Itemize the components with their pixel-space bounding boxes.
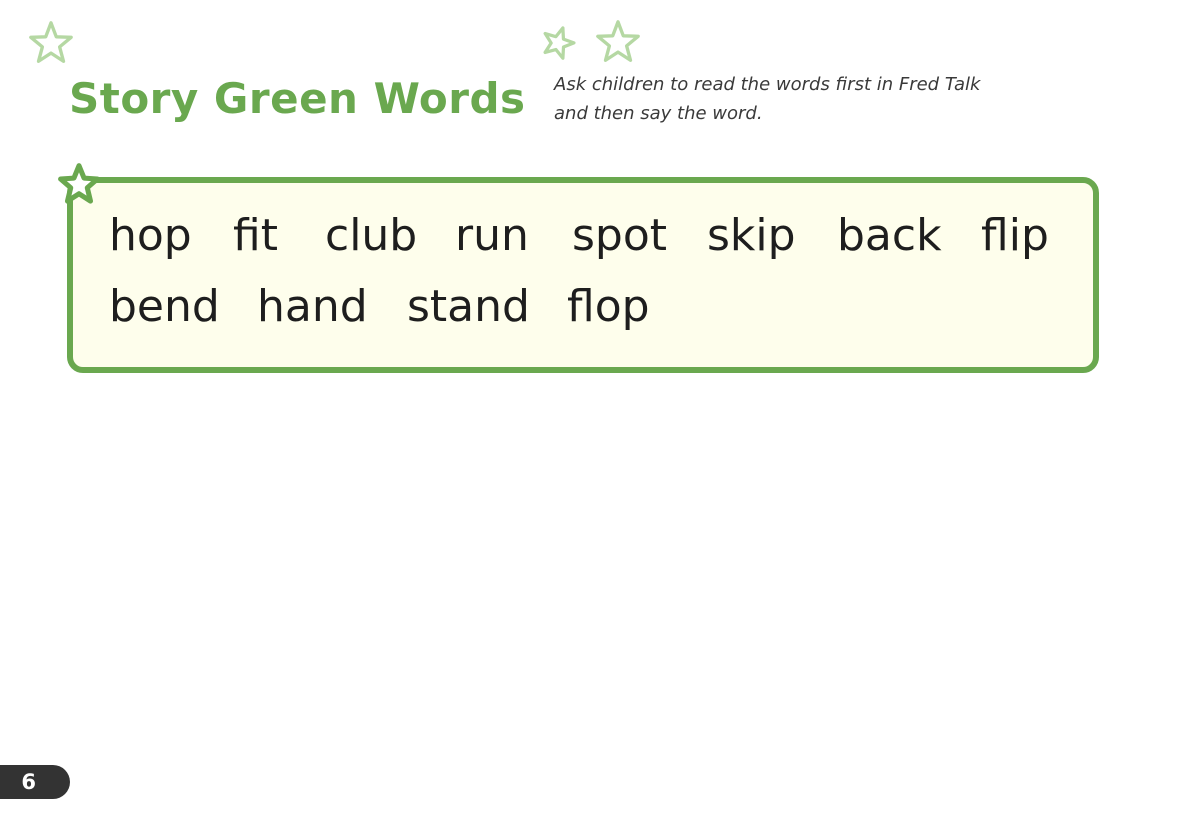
- star-outline-icon: [29, 21, 73, 63]
- word-item: stand: [407, 281, 530, 332]
- word-item: bend: [109, 281, 220, 332]
- page-number-tab: 6: [0, 765, 70, 799]
- word-item: run: [455, 210, 529, 261]
- word-list-box: [67, 177, 1099, 373]
- word-item: hop: [109, 210, 192, 261]
- word-item: spot: [572, 210, 668, 261]
- word-item: back: [837, 210, 942, 261]
- word-item: flop: [567, 281, 650, 332]
- word-item: hand: [257, 281, 368, 332]
- instructions-line: Ask children to read the words first in …: [554, 74, 981, 95]
- word-item: flip: [981, 210, 1049, 261]
- instructions-line: and then say the word.: [554, 103, 763, 124]
- page-title: Story Green Words: [69, 74, 526, 123]
- word-item: skip: [707, 210, 796, 261]
- star-outline-icon: [596, 20, 640, 62]
- page-number: 6: [21, 770, 36, 794]
- star-outline-icon: [543, 26, 576, 60]
- star-icon: [58, 163, 100, 204]
- word-item: fit: [233, 210, 278, 261]
- word-item: club: [325, 210, 418, 261]
- instructions-text: Ask children to read the words first in …: [554, 70, 994, 128]
